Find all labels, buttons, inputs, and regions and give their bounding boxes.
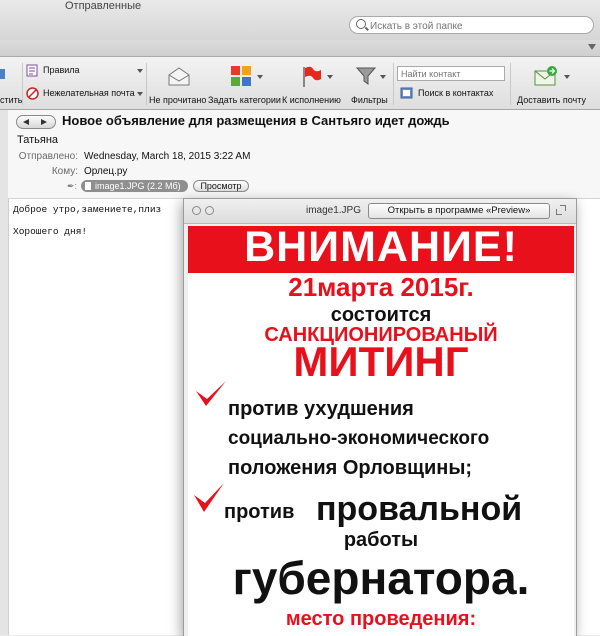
paperclip-icon: ✒: [67,181,78,191]
junk-icon [26,87,39,100]
find-contact-input[interactable] [397,66,505,81]
mark-unread-button[interactable]: Не прочитано [149,63,207,107]
checkmark-icon [194,483,224,512]
checkmark-icon [196,381,226,406]
fullscreen-icon[interactable] [556,205,566,215]
file-icon [85,182,91,190]
categories-dropdown-icon [257,75,263,79]
envelope-open-icon [168,67,190,86]
to-label: Кому: [51,166,78,177]
folder-title: Отправленные [65,0,142,12]
body-line-2: Хорошего дня! [13,226,88,237]
message-nav-buttons[interactable] [16,115,56,129]
preview-button[interactable]: Просмотр [193,180,249,192]
sent-label: Отправлено: [18,151,78,162]
poster-line-5: социально-экономического [228,428,490,449]
poster-line-10: место проведения: [285,608,477,630]
send-receive-button[interactable]: Доставить почту [513,63,587,107]
send-receive-label: Доставить почту [517,95,586,105]
zoom-icon[interactable] [205,206,214,215]
filters-label: Фильтры [351,95,388,105]
message-subject: Новое объявление для размещения в Сантья… [62,113,450,128]
filters-button[interactable]: Фильтры [347,63,391,107]
poster-banner-text: ВНИМАНИЕ! [244,226,518,271]
chevron-down-icon[interactable] [588,44,596,50]
sent-value: Wednesday, March 18, 2015 3:22 AM [84,151,251,162]
categories-icon [231,66,251,86]
rules-icon [26,64,38,77]
poster-line-7b: провальной [316,490,523,528]
quicklook-filename: image1.JPG [305,205,361,216]
poster-line-4: против ухудшения [228,398,414,420]
follow-up-dropdown-icon [327,75,333,79]
toolbar-clipped-icon [0,69,5,79]
poster-line-6: положения Орловщины; [228,457,473,479]
to-value[interactable]: Орлец.ру [84,166,127,177]
rules-dropdown-icon [137,69,143,73]
next-message-icon[interactable] [41,119,47,125]
title-bar: Отправленные [0,0,600,41]
search-icon [356,19,366,29]
search-contacts-button[interactable]: Поиск в контактах [398,86,508,102]
search-contacts-label: Поиск в контактах [418,88,494,98]
toolbar-toggle-bar[interactable] [0,40,600,57]
previous-message-icon[interactable] [23,119,29,125]
folder-search[interactable] [349,16,594,34]
address-book-icon [400,87,413,99]
rules-button[interactable]: Правила [24,64,143,80]
mark-unread-label: Не прочитано [149,95,207,105]
poster-line-9: губернатора. [232,552,530,604]
follow-up-label: К исполнению [282,95,341,105]
poster-banner: ВНИМАНИЕ! [188,226,574,273]
send-receive-icon [534,66,557,86]
poster-line-3: МИТИНГ [293,338,469,385]
poster-date: 21марта 2015г. [288,272,474,302]
quicklook-window: image1.JPG Открыть в программе «Preview»… [183,198,577,636]
attachment-chip[interactable]: image1.JPG (2.2 Мб) [81,180,188,192]
toolbar: стить Правила Нежелательная почта Не про… [0,57,600,110]
folder-search-input[interactable] [368,18,587,34]
categorize-label: Задать категории [208,95,281,105]
quicklook-titlebar[interactable]: image1.JPG Открыть в программе «Preview» [184,199,576,224]
toolbar-item-clipped[interactable]: стить [0,63,22,105]
close-icon[interactable] [192,206,201,215]
body-line-1: Доброе утро,замениете,плиз [13,204,162,215]
junk-dropdown-icon [137,92,143,96]
message-sender[interactable]: Татьяна [17,134,58,146]
toolbar-clipped-label: стить [0,95,23,105]
filters-dropdown-icon [380,75,386,79]
junk-label: Нежелательная почта [43,88,135,98]
poster-line-7a: против [224,501,295,523]
rules-label: Правила [43,65,80,75]
send-receive-dropdown-icon [564,75,570,79]
flag-icon [303,66,321,87]
poster-line-8: работы [343,529,419,551]
open-in-preview-button[interactable]: Открыть в программе «Preview» [368,203,550,219]
attachment-label: image1.JPG (2.2 Мб) [95,181,181,191]
poster-image: ВНИМАНИЕ! 21марта 2015г. состоится САНКЦ… [188,226,574,636]
junk-button[interactable]: Нежелательная почта [24,87,143,103]
categorize-button[interactable]: Задать категории [208,63,282,107]
follow-up-button[interactable]: К исполнению [282,63,344,107]
filter-icon [356,67,376,85]
